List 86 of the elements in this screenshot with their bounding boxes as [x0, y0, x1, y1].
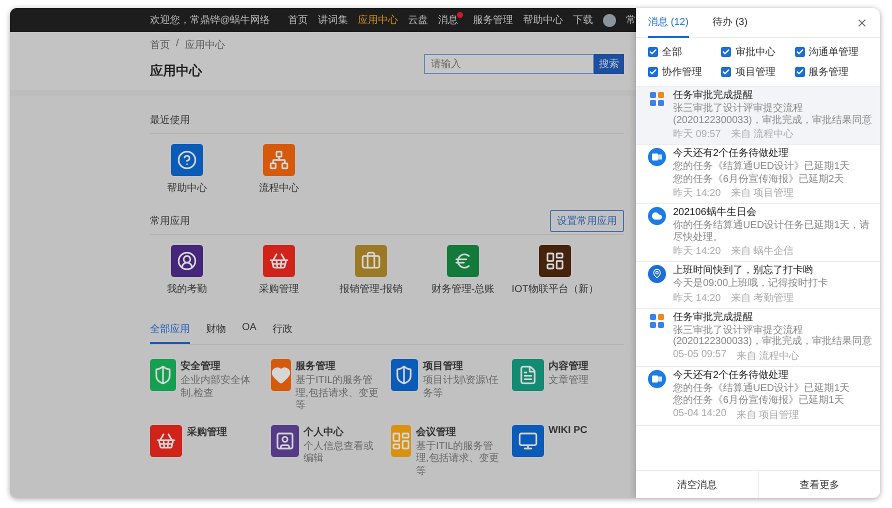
message-source: 来自 流程中心	[730, 128, 794, 141]
message-source: 来自 项目管理	[736, 408, 800, 422]
app-label: 采购管理	[259, 282, 299, 296]
app-description: 企业内部安全体制,检查	[180, 375, 252, 400]
app-label: 财务管理-总账	[431, 282, 495, 296]
section-title: 常用应用	[150, 214, 190, 228]
message-item[interactable]: 今天还有2个任务待做处理 您的任务《结算通UED设计》已延期1天 您的任务《6月份宣传海报》已延期2天 昨天 14:20 来自 项目管理	[636, 145, 880, 204]
message-item[interactable]: 202106蜗牛生日会 你的任务结算通UED设计任务已延期1天，请尽快处理。 昨天 14:20 来自 蜗牛企信	[636, 204, 880, 262]
welcome-text: 欢迎您，常鼎铧@蜗牛网络	[150, 14, 270, 27]
app-name: WIKI PC	[548, 424, 588, 436]
app-description: 基于ITIL的服务管理,包括请求、变更等	[416, 440, 500, 478]
app-label: 报销管理-报销	[339, 282, 403, 296]
footer-button[interactable]: 查看更多	[758, 471, 880, 498]
message-item[interactable]: 任务审批完成提醒 张三审批了设计评审提交流程(2020122300033)，审批完成，审批结果同意 05-05 09:57 来自 流程中心	[636, 308, 880, 366]
search-button[interactable]: 搜索	[594, 54, 624, 74]
app-description: 文章管理	[548, 375, 588, 388]
nav-link[interactable]: 消息	[438, 13, 458, 27]
checkbox-label[interactable]: 服务管理	[808, 65, 849, 79]
nav-link[interactable]: 下载	[573, 13, 593, 27]
message-text: 您的任务《结算通UED设计》已延期1天	[673, 382, 850, 394]
message-time: 昨天 14:20	[673, 187, 721, 200]
app-label: IOT物联平台（新）	[512, 282, 598, 296]
drawer-tab[interactable]: 待办 (3)	[712, 8, 748, 38]
message-item[interactable]: 今天还有2个任务待做处理 您的任务《结算通UED设计》已延期1天 您的任务《6月份宣传海报》已延期1天 05-04 14:20 来自 项目管理	[636, 366, 880, 426]
section-title: 最近使用	[150, 114, 190, 126]
app-description: 项目计划\资源\任务等	[422, 375, 500, 400]
message-source: 来自 项目管理	[730, 186, 794, 200]
page-title: 应用中心	[150, 62, 204, 80]
footer-button[interactable]: 清空消息	[636, 471, 758, 498]
nav-link[interactable]: 服务管理	[473, 13, 513, 27]
app-name: 采购管理	[187, 426, 227, 438]
message-title: 任务审批完成提醒	[673, 312, 754, 324]
breadcrumb-link[interactable]: 首页	[150, 38, 170, 52]
message-title: 今天还有2个任务待做处理	[673, 370, 790, 382]
message-title: 上班时间快到了，别忘了打卡哟	[673, 265, 814, 277]
app-name: 个人中心	[304, 425, 345, 438]
message-text: 您的任务《结算通UED设计》已延期1天	[673, 161, 850, 172]
nav-link[interactable]: 首页	[288, 13, 308, 27]
message-source: 来自 流程中心	[736, 350, 800, 362]
app-name: 会议管理	[416, 426, 457, 438]
message-item[interactable]: 任务审批完成提醒 张三审批了设计评审提交流程(2020122300033)，审批完成，审批结果同意 昨天 09:57 来自 流程中心	[636, 87, 880, 145]
message-text: 张三审批了设计评审提交流程(2020122300033)，审批完成，审批结果同意	[673, 324, 872, 348]
message-source: 来自 考勤管理	[730, 292, 794, 304]
nav-link[interactable]: 应用中心	[358, 13, 398, 27]
checkbox-label[interactable]: 协作管理	[662, 65, 702, 79]
message-time: 昨天 14:20	[673, 245, 721, 258]
nav-link[interactable]: 云盘	[408, 13, 428, 27]
search-field[interactable]: 请输入	[424, 54, 594, 74]
message-time: 05-04 14:20	[673, 408, 726, 420]
message-text: 你的任务结算通UED设计任务已延期1天，请尽快处理。	[673, 220, 871, 243]
message-text: 今天是09:00上班哦，记得按时打卡	[673, 278, 828, 290]
app-name: 服务管理	[296, 360, 336, 373]
message-item[interactable]: 上班时间快到了，别忘了打卡哟 今天是09:00上班哦，记得按时打卡 昨天 14:20 来自 考勤管理	[636, 262, 880, 308]
app-description: 个人信息查看或编辑	[304, 440, 375, 466]
app-description: 基于ITIL的服务管理,包括请求、变更等	[296, 375, 380, 412]
app-name: 内容管理	[548, 359, 588, 373]
message-title: 任务审批完成提醒	[673, 90, 754, 102]
breadcrumb-separator: /	[176, 38, 179, 51]
user-name[interactable]: 常	[626, 13, 636, 27]
app-name: 安全管理	[180, 359, 222, 373]
app-name: 项目管理	[422, 360, 464, 373]
checkbox-label[interactable]: 审批中心	[735, 45, 776, 59]
message-title: 今天还有2个任务待做处理	[673, 148, 790, 160]
nav-link[interactable]: 讲词集	[318, 13, 348, 27]
message-text: 张三审批了设计评审提交流程(2020122300033)，审批完成，审批结果同意	[673, 103, 872, 126]
app-label: 帮助中心	[167, 182, 207, 195]
checkbox-label[interactable]: 全部	[662, 45, 682, 59]
nav-link[interactable]: 帮助中心	[523, 13, 563, 27]
message-text: 您的任务《6月份宣传海报》已延期1天	[673, 395, 846, 406]
app-label: 流程中心	[259, 182, 299, 195]
category-tab[interactable]: 行政	[272, 316, 292, 344]
category-tab[interactable]: 全部应用	[150, 316, 190, 344]
drawer-tab[interactable]: 消息 (12)	[648, 8, 689, 38]
message-title: 202106蜗牛生日会	[673, 207, 758, 219]
message-time: 昨天 09:57	[673, 128, 721, 141]
message-time: 昨天 14:20	[673, 292, 721, 304]
breadcrumb-current: 应用中心	[184, 38, 225, 52]
category-tab[interactable]: 财物	[206, 316, 226, 344]
message-time: 05-05 09:57	[673, 348, 726, 362]
message-text: 您的任务《6月份宣传海报》已延期2天	[673, 174, 846, 185]
settings-button[interactable]: 设置常用应用	[550, 210, 624, 232]
app-label: 我的考勤	[167, 282, 207, 296]
checkbox-label[interactable]: 项目管理	[735, 65, 776, 79]
message-source: 来自 蜗牛企信	[730, 244, 794, 258]
checkbox-label[interactable]: 沟通单管理	[808, 45, 859, 59]
category-tab[interactable]: OA	[242, 316, 256, 344]
